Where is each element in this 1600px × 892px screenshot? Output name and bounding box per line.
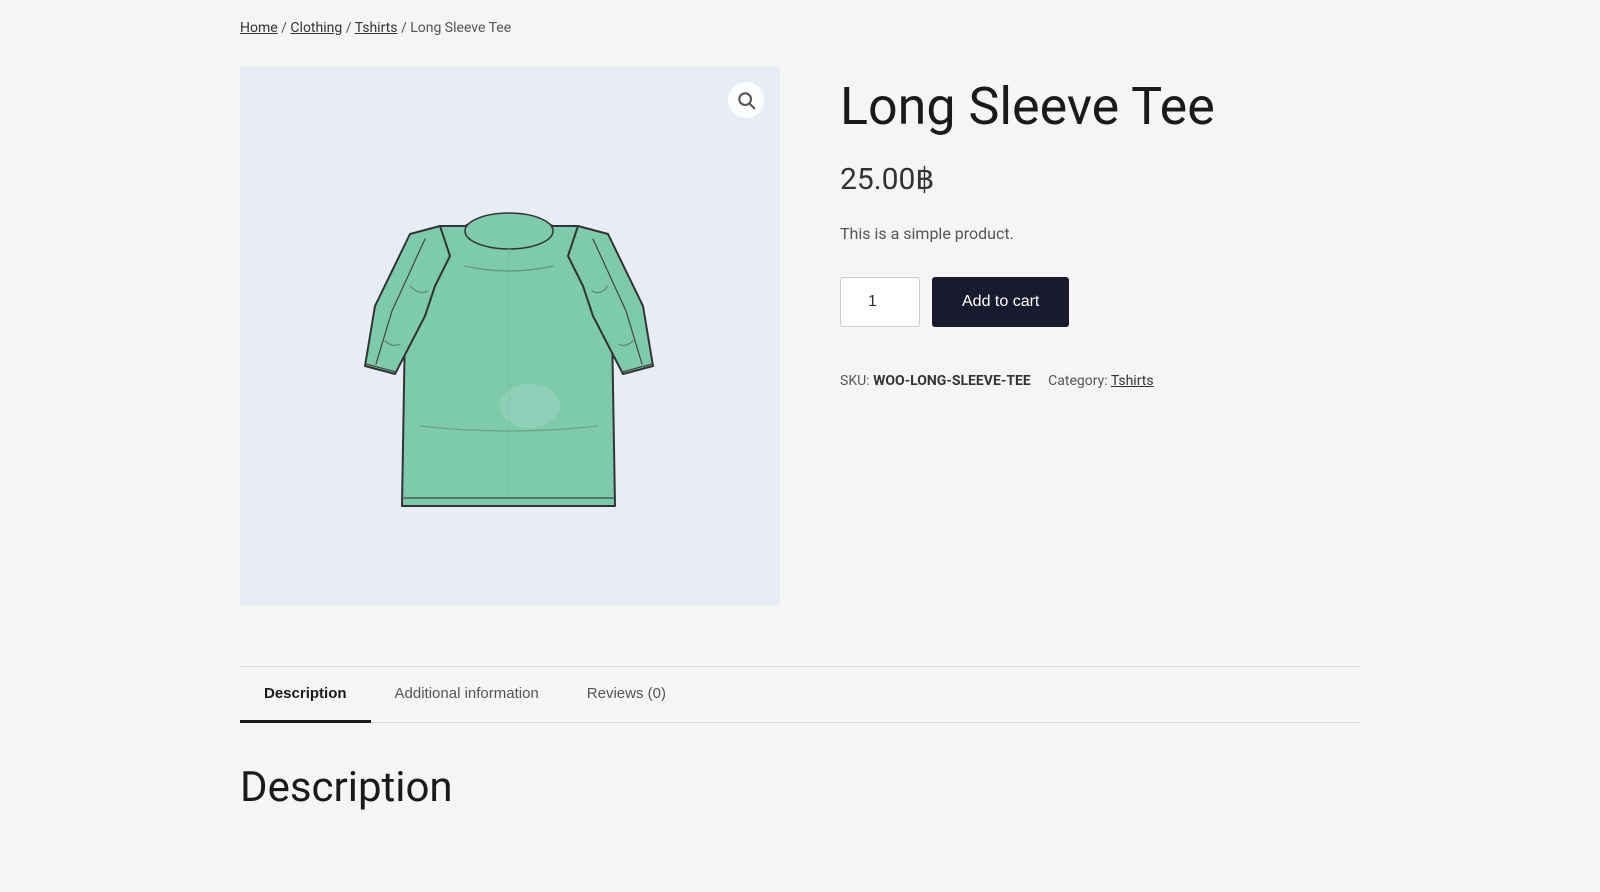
tab-description[interactable]: Description [240,667,371,723]
product-meta: SKU: WOO-LONG-SLEEVE-TEE Category: Tshir… [840,367,1360,395]
tab-content-title: Description [240,763,1360,812]
product-description: This is a simple product. [840,221,1360,247]
quantity-input[interactable] [840,277,920,327]
breadcrumb-current: Long Sleeve Tee [410,20,511,36]
category-value[interactable]: Tshirts [1111,373,1154,389]
product-image [320,126,700,546]
tab-content: Description [240,723,1360,852]
tab-reviews[interactable]: Reviews (0) [563,667,690,723]
product-details: Long Sleeve Tee 25.00฿ This is a simple … [840,66,1360,606]
tabs-section: Description Additional information Revie… [240,666,1360,852]
zoom-icon[interactable] [728,82,764,118]
tab-additional-information[interactable]: Additional information [371,667,563,723]
product-title: Long Sleeve Tee [840,76,1360,138]
breadcrumb: Home / Clothing / Tshirts / Long Sleeve … [240,20,1360,36]
add-to-cart-row: Add to cart [840,277,1360,327]
product-sku: SKU: WOO-LONG-SLEEVE-TEE Category: Tshir… [840,367,1360,395]
add-to-cart-button[interactable]: Add to cart [932,277,1069,327]
breadcrumb-home[interactable]: Home [240,20,278,36]
category-label: Category: [1048,373,1107,389]
tabs-nav: Description Additional information Revie… [240,667,1360,723]
sku-value: WOO-LONG-SLEEVE-TEE [873,373,1031,389]
product-price: 25.00฿ [840,162,1360,197]
breadcrumb-tshirts[interactable]: Tshirts [355,20,398,36]
product-section: Long Sleeve Tee 25.00฿ This is a simple … [240,66,1360,606]
breadcrumb-clothing[interactable]: Clothing [290,20,342,36]
product-image-container [240,66,780,606]
sku-label: SKU: [840,373,870,389]
